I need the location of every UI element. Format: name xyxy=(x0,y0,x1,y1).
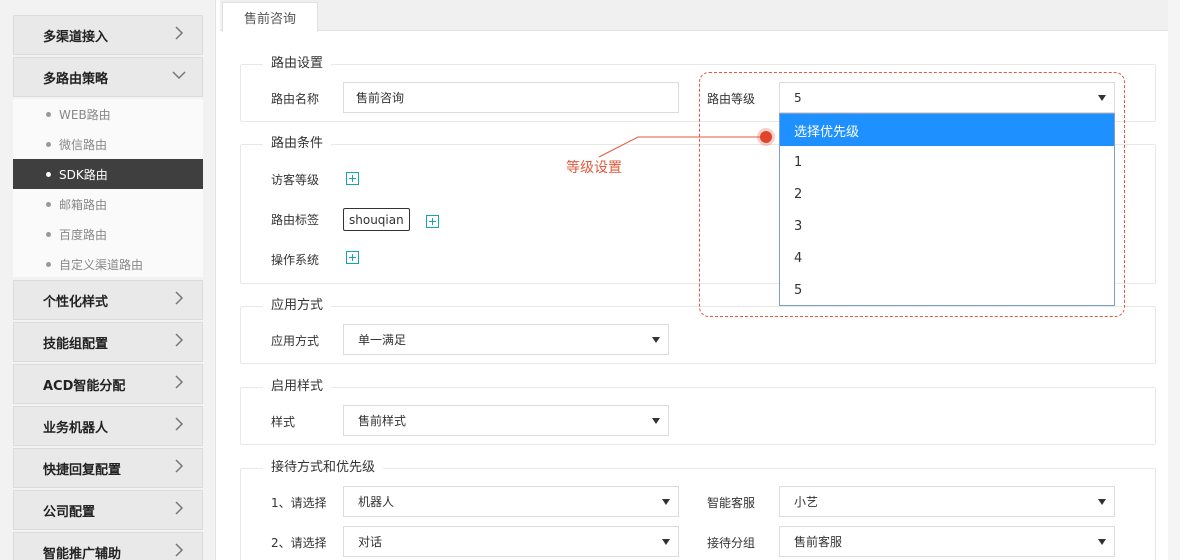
apply-mode-select[interactable]: 单一满足 xyxy=(343,324,669,355)
submenu-sdk-route[interactable]: SDK路由 xyxy=(13,159,203,189)
menu-label: 多渠道接入 xyxy=(43,29,109,45)
menu-multichannel[interactable]: 多渠道接入 xyxy=(13,15,203,55)
style-label: 样式 xyxy=(271,415,296,429)
route-tag-label: 路由标签 xyxy=(271,213,320,227)
visitor-level-label: 访客等级 xyxy=(271,173,320,187)
caret-down-icon xyxy=(652,337,660,343)
submenu-web-route[interactable]: WEB路由 xyxy=(13,99,203,129)
add-os-icon[interactable] xyxy=(346,251,359,264)
add-route-tag-icon[interactable] xyxy=(426,215,439,228)
reception-row-1-label: 1、请选择 xyxy=(271,496,327,510)
menu-label: 智能推广辅助 xyxy=(43,546,122,560)
apply-mode-value: 单一满足 xyxy=(358,333,407,347)
route-submenu: WEB路由 微信路由 SDK路由 邮箱路由 百度路由 自定义渠道路由 xyxy=(13,99,203,277)
smart-service-label: 智能客服 xyxy=(707,496,756,510)
bullet-icon xyxy=(46,262,51,267)
menu-label: 快捷回复配置 xyxy=(43,462,122,478)
menu-quick-reply[interactable]: 快捷回复配置 xyxy=(13,448,203,488)
level-option[interactable]: 1 xyxy=(780,146,1114,178)
caret-down-icon xyxy=(1098,539,1106,545)
caret-down-icon xyxy=(662,499,670,505)
menu-label: 业务机器人 xyxy=(43,420,109,436)
tab-presale-consult[interactable]: 售前咨询 xyxy=(222,2,318,32)
bullet-icon xyxy=(46,142,51,147)
style-select[interactable]: 售前样式 xyxy=(343,405,669,436)
reception-row-2-select[interactable]: 对话 xyxy=(343,526,679,557)
level-option[interactable]: 5 xyxy=(780,274,1114,306)
reception-group-value: 售前客服 xyxy=(794,535,843,549)
menu-business-bot[interactable]: 业务机器人 xyxy=(13,406,203,446)
reception-group-select[interactable]: 售前客服 xyxy=(779,526,1115,557)
level-option[interactable]: 4 xyxy=(780,242,1114,274)
menu-acd[interactable]: ACD智能分配 xyxy=(13,364,203,404)
annotation-label: 等级设置 xyxy=(566,160,622,176)
section-legend: 路由条件 xyxy=(263,135,332,153)
menu-label: 多路由策略 xyxy=(43,71,109,87)
submenu-label: 微信路由 xyxy=(59,137,108,152)
chevron-right-icon xyxy=(175,543,184,557)
section-legend: 接待方式和优先级 xyxy=(263,459,384,477)
annotation-dot-icon xyxy=(760,131,772,143)
caret-down-icon xyxy=(652,418,660,424)
smart-service-value: 小艺 xyxy=(794,495,819,509)
bullet-icon xyxy=(46,172,51,177)
bullet-icon xyxy=(46,202,51,207)
reception-row-1-select[interactable]: 机器人 xyxy=(343,486,679,517)
section-legend: 路由设置 xyxy=(263,55,332,73)
bullet-icon xyxy=(46,112,51,117)
reception-row-2-value: 对话 xyxy=(358,535,383,549)
submenu-label: SDK路由 xyxy=(59,167,108,182)
caret-down-icon xyxy=(662,539,670,545)
submenu-custom-route[interactable]: 自定义渠道路由 xyxy=(13,249,203,279)
menu-label: 技能组配置 xyxy=(43,336,109,352)
reception-group-label: 接待分组 xyxy=(707,536,756,550)
sidebar: 多渠道接入 多路由策略 WEB路由 微信路由 SDK路由 邮箱路由 百度路由 自 xyxy=(0,0,216,560)
submenu-label: 邮箱路由 xyxy=(59,197,108,212)
chevron-right-icon xyxy=(175,26,184,40)
submenu-label: 百度路由 xyxy=(59,227,108,242)
chevron-right-icon xyxy=(175,459,184,473)
route-name-input[interactable]: 售前咨询 xyxy=(343,82,679,113)
section-legend: 应用方式 xyxy=(263,297,332,315)
submenu-label: WEB路由 xyxy=(59,107,111,122)
route-level-dropdown: 选择优先级 1 2 3 4 5 xyxy=(779,113,1115,306)
section-legend: 启用样式 xyxy=(263,378,332,396)
add-visitor-level-icon[interactable] xyxy=(346,172,359,185)
level-option[interactable]: 2 xyxy=(780,178,1114,210)
submenu-email-route[interactable]: 邮箱路由 xyxy=(13,189,203,219)
submenu-baidu-route[interactable]: 百度路由 xyxy=(13,219,203,249)
menu-smart-promo[interactable]: 智能推广辅助 xyxy=(13,532,203,560)
smart-service-select[interactable]: 小艺 xyxy=(779,486,1115,517)
route-tag-chip[interactable]: shouqian xyxy=(343,208,410,231)
reception-row-1-value: 机器人 xyxy=(358,495,395,509)
chevron-right-icon xyxy=(175,375,184,389)
submenu-label: 自定义渠道路由 xyxy=(59,257,144,272)
apply-mode-label: 应用方式 xyxy=(271,334,320,348)
route-name-value: 售前咨询 xyxy=(356,91,405,105)
level-option[interactable]: 选择优先级 xyxy=(780,114,1114,146)
style-value: 售前样式 xyxy=(358,414,407,428)
caret-down-icon xyxy=(1098,499,1106,505)
chevron-right-icon xyxy=(175,417,184,431)
tab-bar: 售前咨询 xyxy=(220,0,1168,32)
menu-personal-style[interactable]: 个性化样式 xyxy=(13,280,203,320)
bullet-icon xyxy=(46,232,51,237)
menu-skill-group[interactable]: 技能组配置 xyxy=(13,322,203,362)
os-label: 操作系统 xyxy=(271,253,320,267)
chevron-right-icon xyxy=(175,333,184,347)
menu-label: 公司配置 xyxy=(43,504,96,520)
submenu-wechat-route[interactable]: 微信路由 xyxy=(13,129,203,159)
level-option[interactable]: 3 xyxy=(780,210,1114,242)
chevron-right-icon xyxy=(175,291,184,305)
scrollbar[interactable] xyxy=(1168,0,1180,560)
route-name-label: 路由名称 xyxy=(271,92,320,106)
reception-row-2-label: 2、请选择 xyxy=(271,536,327,550)
chevron-down-icon xyxy=(172,71,186,80)
chevron-right-icon xyxy=(175,501,184,515)
menu-company-config[interactable]: 公司配置 xyxy=(13,490,203,530)
menu-label: 个性化样式 xyxy=(43,294,109,310)
menu-label: ACD智能分配 xyxy=(43,378,126,394)
annotation-leader-line xyxy=(598,136,766,158)
menu-multi-route[interactable]: 多路由策略 xyxy=(13,57,203,97)
